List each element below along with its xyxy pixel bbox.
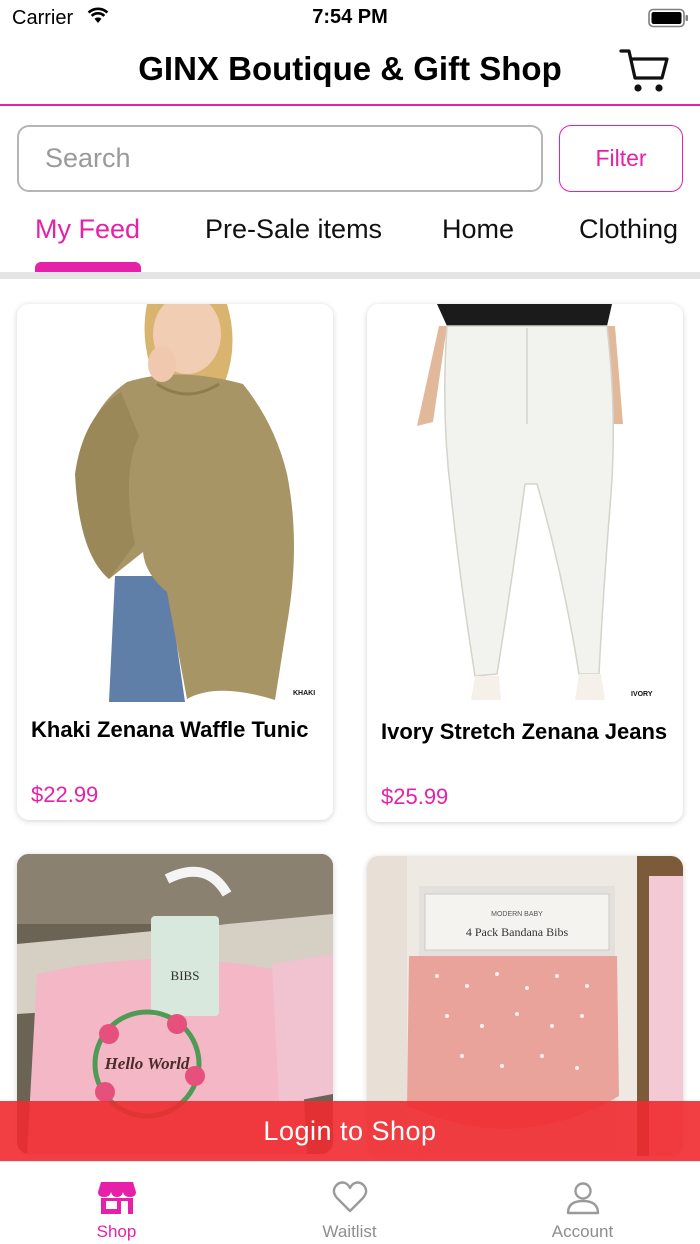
nav-account[interactable]: Account: [466, 1162, 699, 1244]
product-name: Ivory Stretch Zenana Jeans: [381, 719, 668, 744]
product-price: $25.99: [381, 784, 449, 809]
tab-my-feed[interactable]: My Feed: [35, 214, 140, 245]
package-title-label: 4 Pack Bandana Bibs: [466, 925, 569, 939]
nav-waitlist-label: Waitlist: [322, 1222, 377, 1241]
person-icon: [566, 1182, 599, 1215]
image-tag-label: IVORY: [631, 691, 653, 698]
package-brand-label: MODERN BABY: [491, 911, 543, 918]
filter-button[interactable]: Filter: [559, 125, 683, 192]
store-icon: [97, 1182, 136, 1214]
image-tag-label: KHAKI: [293, 690, 315, 697]
cart-button[interactable]: [618, 46, 670, 96]
status-bar: Carrier 7:54 PM: [0, 0, 700, 36]
heart-icon: [332, 1181, 367, 1213]
tab-pre-sale-items[interactable]: Pre-Sale items: [205, 214, 382, 245]
cart-icon: [619, 49, 669, 92]
product-name: Khaki Zenana Waffle Tunic: [31, 717, 309, 742]
search-input[interactable]: [17, 125, 543, 192]
bottom-nav: Shop Waitlist Account: [0, 1161, 700, 1244]
tab-divider: [0, 272, 700, 279]
product-image: KHAKI: [17, 304, 333, 702]
nav-shop-label: Shop: [96, 1222, 137, 1241]
bib-print-text: Hello World: [104, 1054, 190, 1073]
product-price: $22.99: [31, 782, 99, 807]
product-image: IVORY: [367, 304, 683, 702]
app-title: GINX Boutique & Gift Shop: [138, 50, 562, 87]
status-time: 7:54 PM: [312, 6, 388, 28]
tab-clothing[interactable]: Clothing: [579, 214, 678, 245]
bibs-tag-label: BIBS: [171, 968, 200, 983]
category-tabs: My Feed Pre-Sale items Home Clothing: [0, 200, 700, 280]
product-card[interactable]: KHAKI Khaki Zenana Waffle Tunic $22.99: [17, 304, 333, 820]
product-card[interactable]: IVORY Ivory Stretch Zenana Jeans $25.99: [367, 304, 683, 822]
nav-waitlist[interactable]: Waitlist: [233, 1162, 466, 1244]
nav-account-label: Account: [551, 1222, 614, 1241]
battery-icon: [648, 8, 688, 28]
nav-shop[interactable]: Shop: [0, 1162, 233, 1244]
tab-home[interactable]: Home: [442, 214, 514, 245]
login-to-shop-button[interactable]: Login to Shop: [0, 1101, 700, 1161]
app-header: GINX Boutique & Gift Shop: [0, 36, 700, 106]
